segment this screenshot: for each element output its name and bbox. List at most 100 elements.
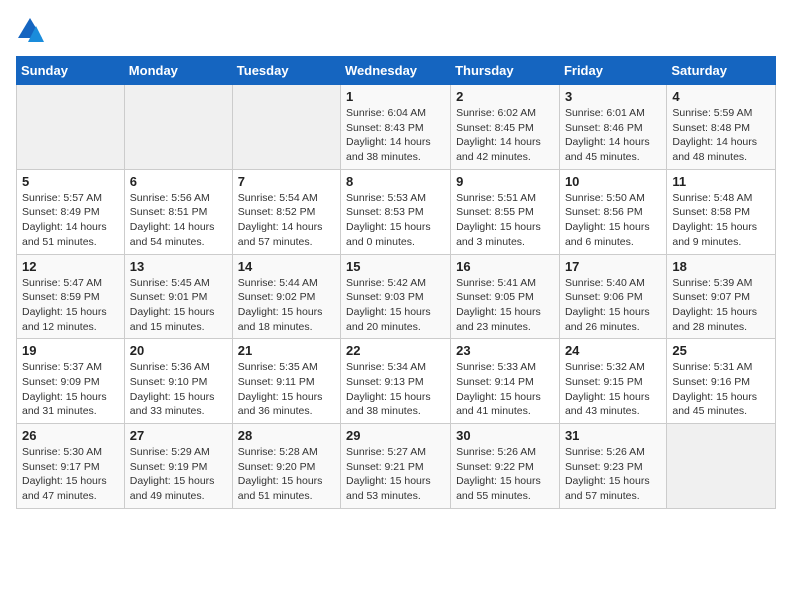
day-number: 16 — [456, 259, 554, 274]
day-number: 8 — [346, 174, 445, 189]
calendar-cell: 6 Sunrise: 5:56 AM Sunset: 8:51 PM Daylig… — [124, 169, 232, 254]
calendar-cell — [667, 424, 776, 509]
calendar-cell: 30 Sunrise: 5:26 AM Sunset: 9:22 PM Dayli… — [451, 424, 560, 509]
calendar-cell: 24Sunrise: 5:32 AM Sunset: 9:15 PM Dayli… — [559, 339, 666, 424]
calendar-cell: 27 Sunrise: 5:29 AM Sunset: 9:19 PM Dayli… — [124, 424, 232, 509]
day-number: 1 — [346, 89, 445, 104]
calendar-cell: 19 Sunrise: 5:37 AM Sunset: 9:09 PM Dayli… — [17, 339, 125, 424]
calendar-cell: 26 Sunrise: 5:30 AM Sunset: 9:17 PM Dayli… — [17, 424, 125, 509]
calendar-cell: 29 Sunrise: 5:27 AM Sunset: 9:21 PM Dayli… — [341, 424, 451, 509]
day-number: 31 — [565, 428, 661, 443]
day-number: 21 — [238, 343, 335, 358]
calendar-cell: 15 Sunrise: 5:42 AM Sunset: 9:03 PM Dayli… — [341, 254, 451, 339]
day-number: 20 — [130, 343, 227, 358]
day-number: 7 — [238, 174, 335, 189]
day-number: 12 — [22, 259, 119, 274]
day-info: Sunrise: 5:28 AM Sunset: 9:20 PM Dayligh… — [238, 445, 335, 504]
calendar-cell: 23Sunrise: 5:33 AM Sunset: 9:14 PM Dayli… — [451, 339, 560, 424]
day-number: 22 — [346, 343, 445, 358]
day-info: Sunrise: 5:26 AM Sunset: 9:22 PM Dayligh… — [456, 445, 554, 504]
calendar-cell: 31Sunrise: 5:26 AM Sunset: 9:23 PM Dayli… — [559, 424, 666, 509]
weekday-header: Monday — [124, 57, 232, 85]
day-number: 15 — [346, 259, 445, 274]
day-number: 27 — [130, 428, 227, 443]
day-info: Sunrise: 5:48 AM Sunset: 8:58 PM Dayligh… — [672, 191, 770, 250]
day-info: Sunrise: 5:39 AM Sunset: 9:07 PM Dayligh… — [672, 276, 770, 335]
day-info: Sunrise: 5:53 AM Sunset: 8:53 PM Dayligh… — [346, 191, 445, 250]
calendar-cell: 13Sunrise: 5:45 AM Sunset: 9:01 PM Dayli… — [124, 254, 232, 339]
day-number: 5 — [22, 174, 119, 189]
day-info: Sunrise: 5:56 AM Sunset: 8:51 PM Dayligh… — [130, 191, 227, 250]
day-info: Sunrise: 6:04 AM Sunset: 8:43 PM Dayligh… — [346, 106, 445, 165]
weekday-header: Saturday — [667, 57, 776, 85]
calendar-cell: 1 Sunrise: 6:04 AM Sunset: 8:43 PM Daylig… — [341, 85, 451, 170]
weekday-header: Thursday — [451, 57, 560, 85]
day-number: 19 — [22, 343, 119, 358]
day-info: Sunrise: 5:47 AM Sunset: 8:59 PM Dayligh… — [22, 276, 119, 335]
day-info: Sunrise: 5:45 AM Sunset: 9:01 PM Dayligh… — [130, 276, 227, 335]
day-number: 6 — [130, 174, 227, 189]
day-info: Sunrise: 5:44 AM Sunset: 9:02 PM Dayligh… — [238, 276, 335, 335]
day-info: Sunrise: 5:34 AM Sunset: 9:13 PM Dayligh… — [346, 360, 445, 419]
logo-icon — [16, 16, 44, 44]
day-number: 4 — [672, 89, 770, 104]
day-info: Sunrise: 6:02 AM Sunset: 8:45 PM Dayligh… — [456, 106, 554, 165]
day-info: Sunrise: 5:57 AM Sunset: 8:49 PM Dayligh… — [22, 191, 119, 250]
day-number: 25 — [672, 343, 770, 358]
calendar-cell: 20 Sunrise: 5:36 AM Sunset: 9:10 PM Dayli… — [124, 339, 232, 424]
logo — [16, 16, 48, 44]
calendar-week-row: 26 Sunrise: 5:30 AM Sunset: 9:17 PM Dayli… — [17, 424, 776, 509]
day-info: Sunrise: 5:27 AM Sunset: 9:21 PM Dayligh… — [346, 445, 445, 504]
calendar-week-row: 12 Sunrise: 5:47 AM Sunset: 8:59 PM Dayli… — [17, 254, 776, 339]
calendar-week-row: 19 Sunrise: 5:37 AM Sunset: 9:09 PM Dayli… — [17, 339, 776, 424]
calendar-table: SundayMondayTuesdayWednesdayThursdayFrid… — [16, 56, 776, 509]
calendar-cell — [124, 85, 232, 170]
day-number: 28 — [238, 428, 335, 443]
day-number: 18 — [672, 259, 770, 274]
day-info: Sunrise: 5:37 AM Sunset: 9:09 PM Dayligh… — [22, 360, 119, 419]
day-number: 17 — [565, 259, 661, 274]
day-number: 30 — [456, 428, 554, 443]
day-number: 29 — [346, 428, 445, 443]
calendar-cell: 22 Sunrise: 5:34 AM Sunset: 9:13 PM Dayli… — [341, 339, 451, 424]
calendar-cell: 18 Sunrise: 5:39 AM Sunset: 9:07 PM Dayli… — [667, 254, 776, 339]
day-info: Sunrise: 6:01 AM Sunset: 8:46 PM Dayligh… — [565, 106, 661, 165]
day-info: Sunrise: 5:36 AM Sunset: 9:10 PM Dayligh… — [130, 360, 227, 419]
day-number: 2 — [456, 89, 554, 104]
day-info: Sunrise: 5:29 AM Sunset: 9:19 PM Dayligh… — [130, 445, 227, 504]
calendar-cell: 7 Sunrise: 5:54 AM Sunset: 8:52 PM Daylig… — [232, 169, 340, 254]
weekday-header: Friday — [559, 57, 666, 85]
day-number: 9 — [456, 174, 554, 189]
day-info: Sunrise: 5:30 AM Sunset: 9:17 PM Dayligh… — [22, 445, 119, 504]
day-info: Sunrise: 5:31 AM Sunset: 9:16 PM Dayligh… — [672, 360, 770, 419]
calendar-cell: 14 Sunrise: 5:44 AM Sunset: 9:02 PM Dayli… — [232, 254, 340, 339]
calendar-cell: 3 Sunrise: 6:01 AM Sunset: 8:46 PM Daylig… — [559, 85, 666, 170]
day-info: Sunrise: 5:35 AM Sunset: 9:11 PM Dayligh… — [238, 360, 335, 419]
calendar-cell: 8 Sunrise: 5:53 AM Sunset: 8:53 PM Daylig… — [341, 169, 451, 254]
calendar-cell: 5 Sunrise: 5:57 AM Sunset: 8:49 PM Daylig… — [17, 169, 125, 254]
weekday-header: Wednesday — [341, 57, 451, 85]
day-number: 14 — [238, 259, 335, 274]
calendar-cell: 28 Sunrise: 5:28 AM Sunset: 9:20 PM Dayli… — [232, 424, 340, 509]
calendar-cell: 12 Sunrise: 5:47 AM Sunset: 8:59 PM Dayli… — [17, 254, 125, 339]
calendar-cell: 17Sunrise: 5:40 AM Sunset: 9:06 PM Dayli… — [559, 254, 666, 339]
page-header — [16, 16, 776, 44]
calendar-cell: 9 Sunrise: 5:51 AM Sunset: 8:55 PM Daylig… — [451, 169, 560, 254]
calendar-week-row: 5 Sunrise: 5:57 AM Sunset: 8:49 PM Daylig… — [17, 169, 776, 254]
calendar-cell: 10Sunrise: 5:50 AM Sunset: 8:56 PM Dayli… — [559, 169, 666, 254]
day-number: 10 — [565, 174, 661, 189]
calendar-cell — [17, 85, 125, 170]
calendar-cell — [232, 85, 340, 170]
day-info: Sunrise: 5:33 AM Sunset: 9:14 PM Dayligh… — [456, 360, 554, 419]
calendar-cell: 25 Sunrise: 5:31 AM Sunset: 9:16 PM Dayli… — [667, 339, 776, 424]
day-info: Sunrise: 5:54 AM Sunset: 8:52 PM Dayligh… — [238, 191, 335, 250]
day-number: 3 — [565, 89, 661, 104]
calendar-week-row: 1 Sunrise: 6:04 AM Sunset: 8:43 PM Daylig… — [17, 85, 776, 170]
day-number: 26 — [22, 428, 119, 443]
day-info: Sunrise: 5:51 AM Sunset: 8:55 PM Dayligh… — [456, 191, 554, 250]
calendar-cell: 16Sunrise: 5:41 AM Sunset: 9:05 PM Dayli… — [451, 254, 560, 339]
day-number: 11 — [672, 174, 770, 189]
calendar-cell: 4Sunrise: 5:59 AM Sunset: 8:48 PM Daylig… — [667, 85, 776, 170]
calendar-cell: 2 Sunrise: 6:02 AM Sunset: 8:45 PM Daylig… — [451, 85, 560, 170]
day-info: Sunrise: 5:42 AM Sunset: 9:03 PM Dayligh… — [346, 276, 445, 335]
